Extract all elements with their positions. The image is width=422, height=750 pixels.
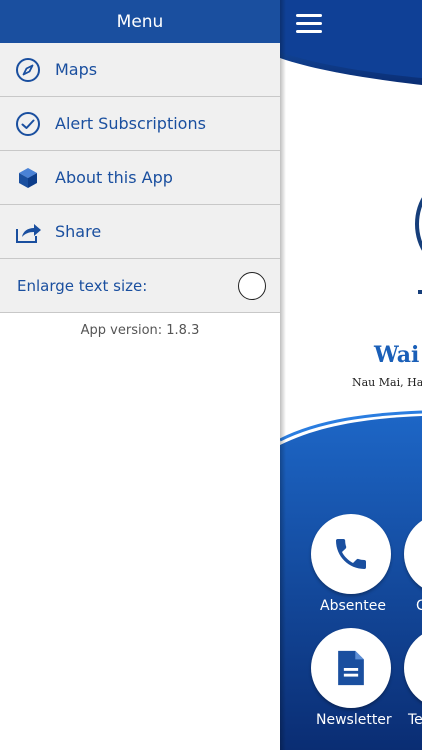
menu-item-share[interactable]: Share bbox=[0, 205, 280, 259]
partial-tile-label: C bbox=[416, 598, 422, 614]
phone-icon bbox=[336, 539, 366, 569]
menu-title: Menu bbox=[0, 0, 280, 43]
absentee-label: Absentee bbox=[320, 598, 386, 614]
logo-detail bbox=[418, 290, 422, 294]
menu-item-label: About this App bbox=[55, 168, 173, 187]
check-circle-icon bbox=[14, 110, 42, 138]
menu-item-about[interactable]: About this App bbox=[0, 151, 280, 205]
cube-icon bbox=[14, 164, 42, 192]
enlarge-text-label: Enlarge text size: bbox=[17, 276, 148, 295]
app-home-screen: Wai Nau Mai, Hae Absentee C Newsletter T… bbox=[280, 0, 422, 750]
enlarge-text-toggle[interactable] bbox=[238, 271, 266, 300]
drawer-shadow bbox=[280, 0, 286, 750]
document-icon bbox=[338, 650, 364, 686]
app-version: App version: 1.8.3 bbox=[80, 323, 200, 338]
menu-item-label: Share bbox=[55, 222, 102, 241]
menu-item-label: Maps bbox=[55, 60, 98, 79]
share-icon bbox=[14, 218, 42, 246]
absentee-button[interactable] bbox=[311, 514, 391, 594]
side-menu-drawer: Menu Maps Alert Subscriptions About this… bbox=[0, 0, 280, 750]
partial-tile-label-2: Te bbox=[408, 712, 422, 728]
welcome-text: Nau Mai, Hae bbox=[352, 376, 422, 389]
newsletter-label: Newsletter bbox=[316, 712, 392, 728]
compass-icon bbox=[14, 56, 42, 84]
menu-item-maps[interactable]: Maps bbox=[0, 43, 280, 97]
menu-item-label: Alert Subscriptions bbox=[55, 114, 206, 133]
newsletter-button[interactable] bbox=[311, 628, 391, 708]
menu-item-alert-subscriptions[interactable]: Alert Subscriptions bbox=[0, 97, 280, 151]
school-name: Wai bbox=[374, 342, 420, 368]
enlarge-text-row: Enlarge text size: bbox=[0, 259, 280, 313]
hamburger-menu-icon[interactable] bbox=[296, 14, 322, 34]
